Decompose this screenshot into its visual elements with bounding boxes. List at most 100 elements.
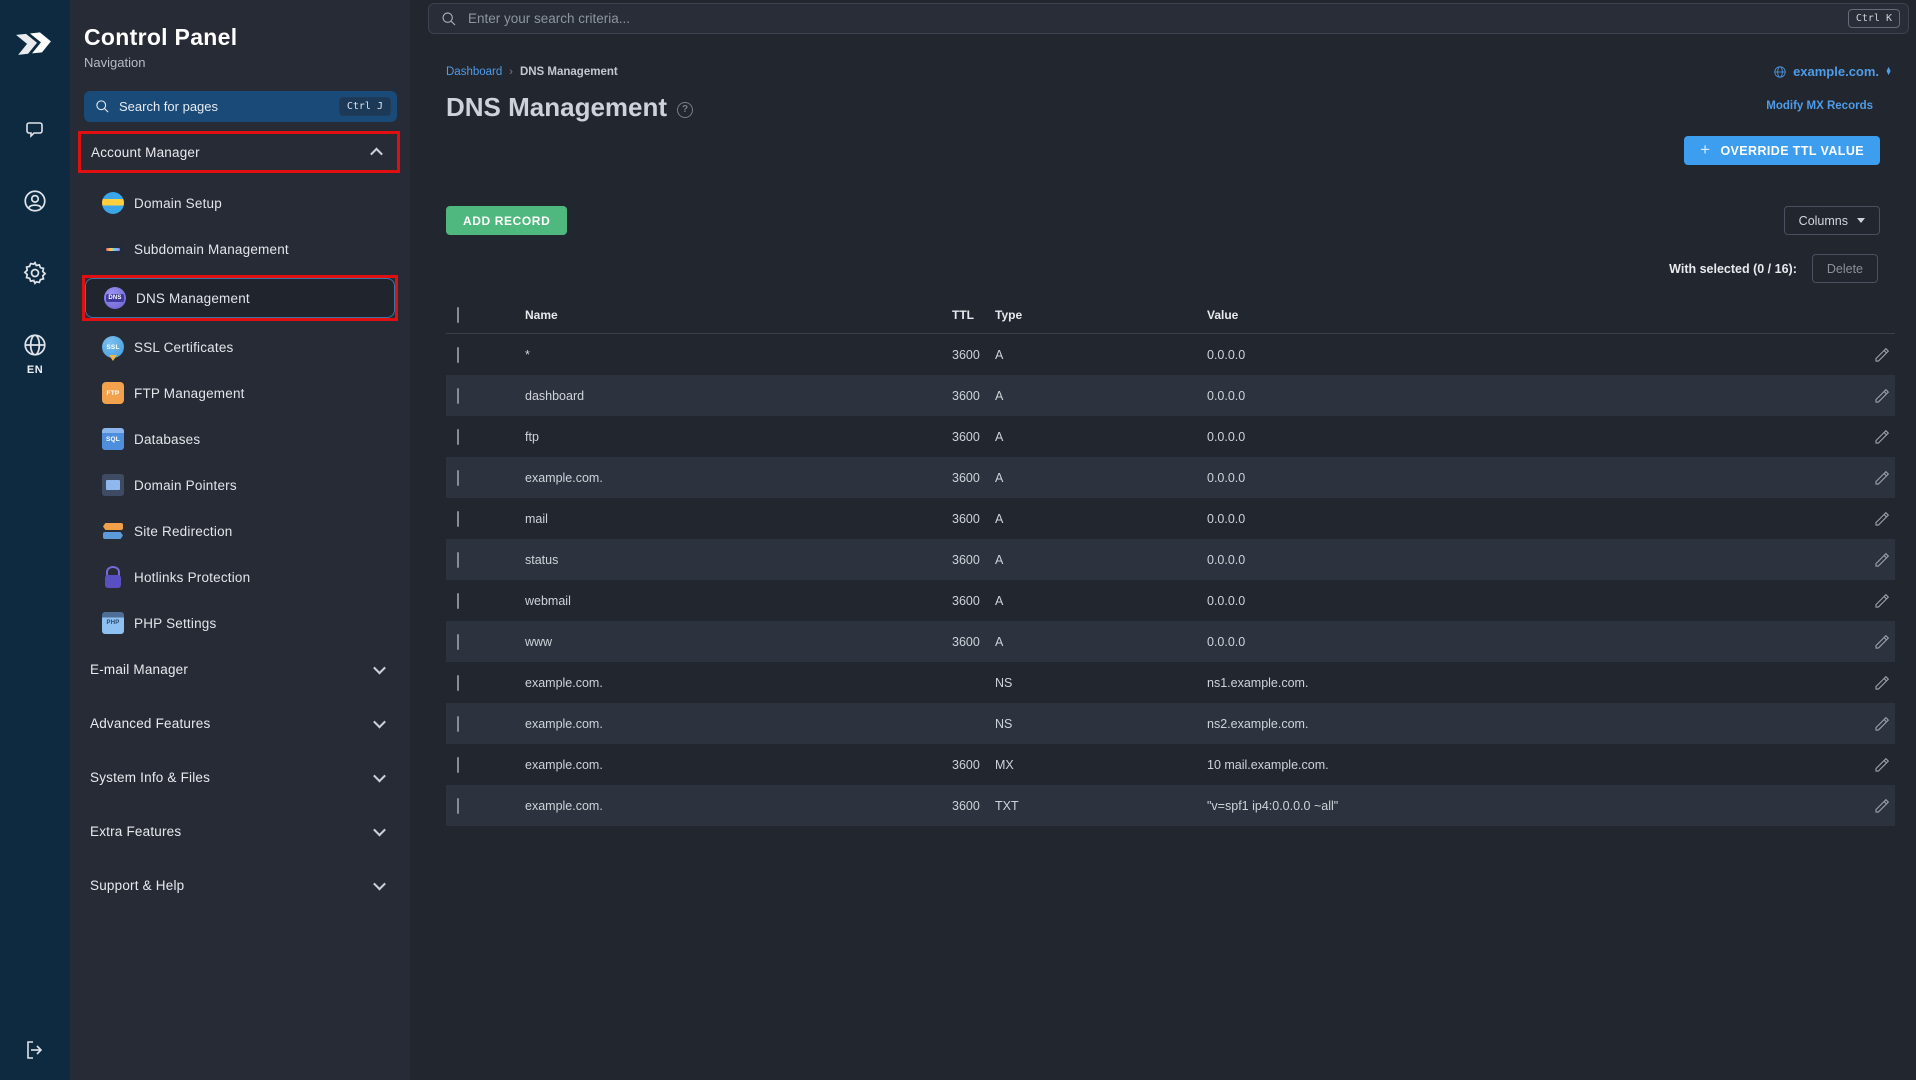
sidebar-search[interactable]: Ctrl J xyxy=(84,91,397,122)
sidebar-section-e-mail-manager[interactable]: E-mail Manager xyxy=(80,651,400,687)
cell-value: 10 mail.example.com. xyxy=(1207,758,1855,772)
sidebar-section-advanced-features[interactable]: Advanced Features xyxy=(80,705,400,741)
sidebar-item-domain-setup[interactable]: Domain Setup xyxy=(84,183,396,223)
row-checkbox[interactable] xyxy=(457,798,459,814)
sidebar-section-support-help[interactable]: Support & Help xyxy=(80,867,400,903)
sidebar-item-ftp-management[interactable]: FTPFTP Management xyxy=(84,373,396,413)
user-icon[interactable] xyxy=(22,188,48,214)
icon-rail: EN xyxy=(0,0,70,1080)
logout-icon[interactable] xyxy=(23,1038,47,1062)
sidebar-item-databases[interactable]: SQLDatabases xyxy=(84,419,396,459)
sidebar-search-shortcut: Ctrl J xyxy=(339,97,391,116)
column-header-name: Name xyxy=(525,308,952,322)
edit-record-button[interactable] xyxy=(1855,592,1895,610)
row-checkbox[interactable] xyxy=(457,470,459,486)
edit-record-button[interactable] xyxy=(1855,797,1895,815)
annotation-box-dns-management: DNSDNS Management xyxy=(82,275,398,321)
page-content: Dashboard › DNS Management example.com. … xyxy=(410,34,1916,1080)
edit-record-button[interactable] xyxy=(1855,428,1895,446)
override-ttl-button[interactable]: + OVERRIDE TTL VALUE xyxy=(1684,136,1880,165)
chevron-down-icon xyxy=(373,661,386,674)
app-logo-icon[interactable] xyxy=(15,26,55,65)
sidebar-item-label: Hotlinks Protection xyxy=(134,570,250,585)
sidebar-item-ssl-certificates[interactable]: SSLSSL Certificates xyxy=(84,327,396,367)
globe-icon xyxy=(102,192,124,214)
chevron-down-icon xyxy=(1857,218,1865,223)
row-checkbox[interactable] xyxy=(457,757,459,773)
cell-type: A xyxy=(995,389,1207,403)
sidebar-item-label: Domain Pointers xyxy=(134,478,237,493)
cell-type: A xyxy=(995,512,1207,526)
sidebar-collapsed-sections: E-mail Manager Advanced Features System In… xyxy=(70,651,410,903)
language-globe-icon[interactable]: EN xyxy=(22,332,48,376)
breadcrumb-dashboard[interactable]: Dashboard xyxy=(446,66,502,78)
cell-type: MX xyxy=(995,758,1207,772)
row-checkbox[interactable] xyxy=(457,388,459,404)
sidebar-section-account-manager[interactable]: Account Manager xyxy=(81,134,397,170)
edit-record-button[interactable] xyxy=(1855,387,1895,405)
edit-record-button[interactable] xyxy=(1855,674,1895,692)
edit-record-button[interactable] xyxy=(1855,715,1895,733)
add-record-button[interactable]: ADD RECORD xyxy=(446,206,567,235)
sidebar-item-subdomain-management[interactable]: Subdomain Management xyxy=(84,229,396,269)
row-checkbox[interactable] xyxy=(457,347,459,363)
sidebar-item-dns-management[interactable]: DNSDNS Management xyxy=(85,278,395,318)
checkbox-cell xyxy=(457,635,525,649)
cell-type: A xyxy=(995,430,1207,444)
chat-icon[interactable] xyxy=(23,118,47,142)
cell-type: NS xyxy=(995,717,1207,731)
checkbox-cell xyxy=(457,389,525,403)
sidebar-search-input[interactable] xyxy=(119,99,339,114)
table-row: example.com.NSns1.example.com. xyxy=(446,662,1895,703)
modify-mx-records-link[interactable]: Modify MX Records xyxy=(1766,100,1873,112)
row-checkbox[interactable] xyxy=(457,429,459,445)
columns-button[interactable]: Columns xyxy=(1784,206,1880,235)
pencil-icon xyxy=(1873,715,1891,733)
sidebar-item-domain-pointers[interactable]: Domain Pointers xyxy=(84,465,396,505)
select-all-checkbox[interactable] xyxy=(457,307,459,323)
cell-name: * xyxy=(525,348,952,362)
sidebar-section-system-info-files[interactable]: System Info & Files xyxy=(80,759,400,795)
row-checkbox[interactable] xyxy=(457,552,459,568)
table-row: dashboard3600A0.0.0.0 xyxy=(446,375,1895,416)
row-checkbox[interactable] xyxy=(457,511,459,527)
global-search-input[interactable] xyxy=(468,11,1848,26)
domain-selector[interactable]: example.com. ▲▼ xyxy=(1773,64,1892,79)
table-row: ftp3600A0.0.0.0 xyxy=(446,416,1895,457)
checkbox-cell xyxy=(457,430,525,444)
sidebar-item-hotlinks-protection[interactable]: Hotlinks Protection xyxy=(84,557,396,597)
cell-value: 0.0.0.0 xyxy=(1207,594,1855,608)
sidebar-subtitle: Navigation xyxy=(70,55,410,70)
row-checkbox[interactable] xyxy=(457,675,459,691)
edit-record-button[interactable] xyxy=(1855,469,1895,487)
edit-record-button[interactable] xyxy=(1855,510,1895,528)
cell-name: example.com. xyxy=(525,758,952,772)
checkbox-cell xyxy=(457,758,525,772)
global-search-bar[interactable]: Ctrl K xyxy=(428,3,1909,34)
delete-button[interactable]: Delete xyxy=(1812,254,1878,283)
pencil-icon xyxy=(1873,674,1891,692)
pencil-icon xyxy=(1873,756,1891,774)
edit-record-button[interactable] xyxy=(1855,551,1895,569)
gear-icon[interactable] xyxy=(22,260,48,286)
row-checkbox[interactable] xyxy=(457,634,459,650)
cell-name: mail xyxy=(525,512,952,526)
sidebar-item-php-settings[interactable]: PHPPHP Settings xyxy=(84,603,396,643)
row-checkbox[interactable] xyxy=(457,593,459,609)
pencil-icon xyxy=(1873,797,1891,815)
sidebar-section-extra-features[interactable]: Extra Features xyxy=(80,813,400,849)
table-row: www3600A0.0.0.0 xyxy=(446,621,1895,662)
row-checkbox[interactable] xyxy=(457,716,459,732)
sidebar-section-label: Account Manager xyxy=(91,145,200,160)
edit-record-button[interactable] xyxy=(1855,633,1895,651)
cell-name: ftp xyxy=(525,430,952,444)
pencil-icon xyxy=(1873,346,1891,364)
help-icon[interactable]: ? xyxy=(677,102,693,118)
sidebar-item-site-redirection[interactable]: Site Redirection xyxy=(84,511,396,551)
sidebar-menu-items: Domain Setup Subdomain Management DNSDNS M… xyxy=(70,183,410,643)
cell-value: 0.0.0.0 xyxy=(1207,512,1855,526)
ssl-badge-icon: SSL xyxy=(102,336,124,358)
edit-record-button[interactable] xyxy=(1855,346,1895,364)
edit-record-button[interactable] xyxy=(1855,756,1895,774)
cell-value: 0.0.0.0 xyxy=(1207,553,1855,567)
